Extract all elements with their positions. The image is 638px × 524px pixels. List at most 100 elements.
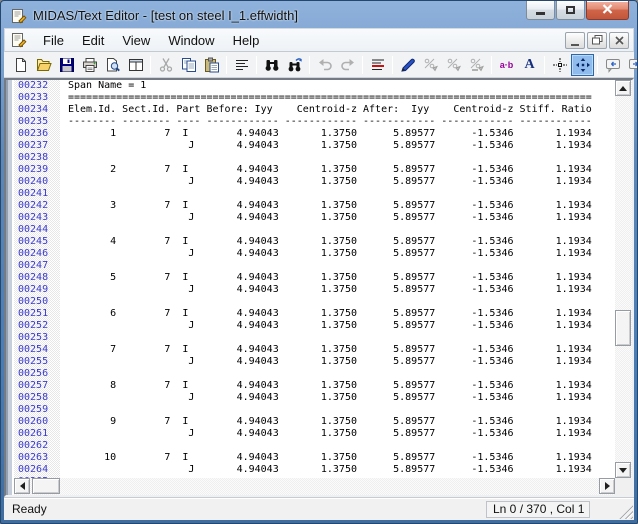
line-number[interactable]: 00248: [14, 272, 60, 284]
line-text[interactable]: [60, 404, 68, 415]
window-layout-button[interactable]: [124, 54, 147, 76]
pen-button[interactable]: [396, 54, 419, 76]
line-text[interactable]: J 4.94043 1.3750 5.89577 -1.5346 1.1934: [60, 392, 592, 403]
line-number[interactable]: 00263: [14, 452, 60, 464]
select-lines-button[interactable]: [230, 54, 253, 76]
line-number[interactable]: 00260: [14, 416, 60, 428]
line-number[interactable]: 00241: [14, 188, 60, 200]
menu-file[interactable]: File: [34, 30, 73, 50]
paste-button[interactable]: [200, 54, 223, 76]
line-number[interactable]: 00257: [14, 380, 60, 392]
vertical-scrollbar[interactable]: [615, 80, 632, 478]
jump-back-button[interactable]: [601, 54, 624, 76]
horizontal-scrollbar[interactable]: [14, 478, 615, 495]
line-text[interactable]: J 4.94043 1.3750 5.89577 -1.5346 1.1934: [60, 320, 592, 331]
menu-view[interactable]: View: [113, 30, 159, 50]
line-number[interactable]: 00236: [14, 128, 60, 140]
find-button[interactable]: [260, 54, 283, 76]
line-text[interactable]: J 4.94043 1.3750 5.89577 -1.5346 1.1934: [60, 284, 592, 295]
line-number[interactable]: 00253: [14, 332, 60, 344]
line-number[interactable]: 00259: [14, 404, 60, 416]
line-text[interactable]: J 4.94043 1.3750 5.89577 -1.5346 1.1934: [60, 248, 592, 259]
line-number[interactable]: 00246: [14, 248, 60, 260]
line-text[interactable]: [60, 188, 68, 199]
line-text[interactable]: [60, 152, 68, 163]
menu-edit[interactable]: Edit: [73, 30, 113, 50]
pan-view-button[interactable]: [571, 54, 594, 76]
word-wrap-button[interactable]: a·b: [495, 54, 518, 76]
resize-grip[interactable]: [619, 505, 633, 519]
scroll-up-button[interactable]: [615, 80, 631, 96]
line-number[interactable]: 00262: [14, 440, 60, 452]
line-text[interactable]: 3 7 I 4.94043 1.3750 5.89577 -1.5346 1.1…: [60, 200, 592, 211]
line-number[interactable]: 00252: [14, 320, 60, 332]
line-text[interactable]: [60, 332, 68, 343]
line-number[interactable]: 00251: [14, 308, 60, 320]
line-number[interactable]: 00249: [14, 284, 60, 296]
line-text[interactable]: J 4.94043 1.3750 5.89577 -1.5346 1.1934: [60, 464, 592, 475]
line-text[interactable]: [60, 224, 68, 235]
line-number[interactable]: 00261: [14, 428, 60, 440]
line-number[interactable]: 00250: [14, 296, 60, 308]
line-text[interactable]: [60, 440, 68, 451]
line-text[interactable]: 9 7 I 4.94043 1.3750 5.89577 -1.5346 1.1…: [60, 416, 592, 427]
line-number[interactable]: 00234: [14, 104, 60, 116]
line-number[interactable]: 00258: [14, 392, 60, 404]
find-next-button[interactable]: [283, 54, 306, 76]
line-number[interactable]: 00243: [14, 212, 60, 224]
scroll-left-button[interactable]: [14, 478, 30, 494]
line-text[interactable]: 7 7 I 4.94043 1.3750 5.89577 -1.5346 1.1…: [60, 344, 592, 355]
line-text[interactable]: Elem.Id. Sect.Id. Part Before: Iyy Centr…: [60, 104, 592, 115]
line-number[interactable]: 00235: [14, 116, 60, 128]
line-number[interactable]: 00256: [14, 368, 60, 380]
line-number[interactable]: 00245: [14, 236, 60, 248]
line-number[interactable]: 00240: [14, 176, 60, 188]
line-text[interactable]: Span Name = 1: [60, 80, 146, 91]
mdi-restore-button[interactable]: [587, 32, 607, 49]
scroll-right-button[interactable]: [599, 478, 615, 494]
menu-window[interactable]: Window: [159, 30, 223, 50]
mdi-minimize-button[interactable]: [565, 32, 585, 49]
copy-button[interactable]: [177, 54, 200, 76]
line-text[interactable]: [60, 368, 68, 379]
line-text[interactable]: 6 7 I 4.94043 1.3750 5.89577 -1.5346 1.1…: [60, 308, 592, 319]
minimize-button[interactable]: [526, 1, 555, 20]
line-number[interactable]: 00239: [14, 164, 60, 176]
line-number[interactable]: 00244: [14, 224, 60, 236]
line-text[interactable]: 8 7 I 4.94043 1.3750 5.89577 -1.5346 1.1…: [60, 380, 592, 391]
font-button[interactable]: A: [518, 54, 541, 76]
line-number[interactable]: 00232: [14, 80, 60, 92]
menu-help[interactable]: Help: [224, 30, 269, 50]
line-number[interactable]: 00247: [14, 260, 60, 272]
crosshair-button[interactable]: [548, 54, 571, 76]
open-file-button[interactable]: [32, 54, 55, 76]
save-button[interactable]: [55, 54, 78, 76]
mdi-close-button[interactable]: [609, 32, 629, 49]
goto-line-button[interactable]: [366, 54, 389, 76]
line-text[interactable]: J 4.94043 1.3750 5.89577 -1.5346 1.1934: [60, 356, 592, 367]
text-area[interactable]: 00232Span Name = 100233=================…: [14, 80, 615, 478]
horizontal-scroll-thumb[interactable]: [32, 478, 60, 494]
line-number[interactable]: 00242: [14, 200, 60, 212]
line-number[interactable]: 00264: [14, 464, 60, 476]
close-button[interactable]: [586, 1, 629, 20]
line-text[interactable]: -------- -------- ---- ------------ ----…: [60, 116, 592, 127]
line-text[interactable]: 1 7 I 4.94043 1.3750 5.89577 -1.5346 1.1…: [60, 128, 592, 139]
line-text[interactable]: 5 7 I 4.94043 1.3750 5.89577 -1.5346 1.1…: [60, 272, 592, 283]
vertical-scroll-thumb[interactable]: [615, 310, 631, 346]
line-number[interactable]: 00255: [14, 356, 60, 368]
print-button[interactable]: [78, 54, 101, 76]
line-text[interactable]: J 4.94043 1.3750 5.89577 -1.5346 1.1934: [60, 428, 592, 439]
line-number[interactable]: 00237: [14, 140, 60, 152]
print-preview-button[interactable]: [101, 54, 124, 76]
line-text[interactable]: J 4.94043 1.3750 5.89577 -1.5346 1.1934: [60, 176, 592, 187]
line-text[interactable]: 2 7 I 4.94043 1.3750 5.89577 -1.5346 1.1…: [60, 164, 592, 175]
line-text[interactable]: J 4.94043 1.3750 5.89577 -1.5346 1.1934: [60, 140, 592, 151]
line-number[interactable]: 00233: [14, 92, 60, 104]
line-text[interactable]: ========================================…: [60, 92, 592, 103]
line-text[interactable]: [60, 296, 68, 307]
line-text[interactable]: 10 7 I 4.94043 1.3750 5.89577 -1.5346 1.…: [60, 452, 592, 463]
line-number[interactable]: 00254: [14, 344, 60, 356]
line-number[interactable]: 00238: [14, 152, 60, 164]
margin-splitter[interactable]: [6, 80, 14, 495]
